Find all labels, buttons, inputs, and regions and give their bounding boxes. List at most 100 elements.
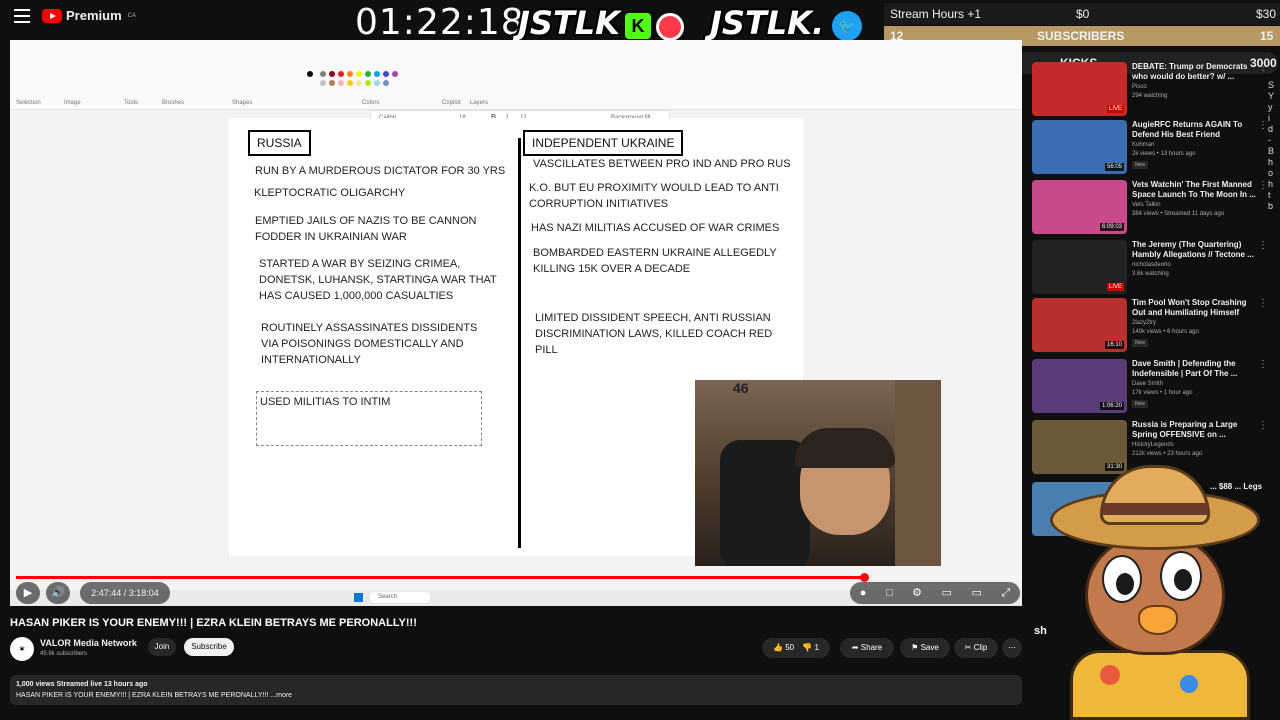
recommendation-item[interactable]: 6:09:03 Vets Watchin' The First Manned S… [1032, 180, 1280, 238]
color-swatch[interactable] [365, 80, 371, 86]
mascot-pupil [1174, 569, 1192, 591]
color-swatch[interactable] [356, 80, 362, 86]
more-options-icon[interactable]: ⋮ [1258, 62, 1268, 73]
goal-target: $30 [1256, 7, 1277, 21]
rec-channel[interactable]: Dave Smith [1132, 381, 1163, 387]
rec-channel[interactable]: nicholasdeorio [1132, 262, 1171, 268]
like-dislike-button[interactable]: 👍 50 👎 1 [762, 638, 830, 658]
color-swatch[interactable] [307, 71, 313, 77]
rec-meta: 140k views • 6 hours ago [1132, 329, 1199, 335]
ukraine-item: K.O. BUT EU PROXIMITY WOULD LEAD TO ANTI… [529, 182, 779, 210]
recommendation-item[interactable]: 16:10 Tim Pool Won't Stop Crashing Out a… [1032, 298, 1280, 356]
rec-title[interactable]: Dave Smith | Defending the Indefensible … [1132, 359, 1256, 379]
more-options-icon[interactable]: ⋮ [1258, 120, 1268, 131]
description-box[interactable]: 1,000 views Streamed live 13 hours ago H… [10, 675, 1022, 705]
more-options-icon[interactable]: ⋮ [1258, 359, 1268, 370]
kick-logo-icon: K [625, 13, 651, 39]
color-swatch[interactable] [329, 80, 335, 86]
new-badge: New [1132, 400, 1149, 408]
russia-item: RUN BY A MURDEROUS DICTATOR FOR 30 YRS [255, 165, 506, 177]
color-swatch[interactable] [338, 80, 344, 86]
channel-avatar[interactable]: ✶ [10, 637, 34, 661]
rec-channel[interactable]: 2lazy2try [1132, 320, 1156, 326]
miniplayer-icon[interactable]: ▭ [942, 582, 952, 604]
subscribe-button[interactable]: Subscribe [184, 638, 234, 656]
color-swatch[interactable] [320, 71, 326, 77]
more-actions-icon[interactable]: ⋯ [1002, 638, 1022, 658]
rec-title[interactable]: The Jeremy (The Quartering) Hambly Alleg… [1132, 240, 1256, 260]
rec-channel[interactable]: HistoryLegends [1132, 442, 1174, 448]
menu-icon[interactable] [14, 9, 30, 23]
recommendation-item[interactable]: 1:06:20 Dave Smith | Defending the Indef… [1032, 359, 1280, 417]
channel-name[interactable]: VALOR Media Network [40, 638, 137, 648]
autoplay-icon[interactable]: ● [860, 582, 867, 604]
color-swatch[interactable] [338, 71, 344, 77]
video-thumbnail[interactable]: 16:10 [1032, 298, 1127, 352]
rec-channel[interactable]: Vets Talkin [1132, 202, 1161, 208]
video-thumbnail[interactable]: 6:09:03 [1032, 180, 1127, 234]
color-swatch[interactable] [383, 80, 389, 86]
color-swatch[interactable] [392, 71, 398, 77]
theater-icon[interactable]: ▭ [971, 582, 981, 604]
recommendation-item[interactable]: 56:05 AugieRFC Returns AGAIN To Defend H… [1032, 120, 1280, 178]
ribbon-label: Colors [362, 100, 380, 106]
color-swatch[interactable] [374, 71, 380, 77]
video-player[interactable]: Selection Image Tools Brushes Shapes Col… [10, 40, 1022, 606]
join-button[interactable]: Join [148, 638, 176, 656]
thumbs-down-icon[interactable]: 👎 [802, 643, 812, 652]
rec-title[interactable]: Russia is Preparing a Large Spring OFFEN… [1132, 420, 1256, 440]
chat-char: Y [1268, 91, 1275, 101]
rec-title[interactable]: Tim Pool Won't Stop Crashing Out and Hum… [1132, 298, 1256, 318]
streamer-hair [795, 428, 895, 468]
color-swatch[interactable] [320, 80, 326, 86]
rec-meta: 3.6k watching [1132, 271, 1169, 277]
play-icon[interactable]: ▶ [16, 582, 40, 604]
captions-icon[interactable]: □ [886, 582, 893, 604]
recommendation-item[interactable]: LIVE The Jeremy (The Quartering) Hambly … [1032, 240, 1280, 298]
webcam-feed: 46 [695, 380, 941, 566]
ribbon-label: Copilot [442, 100, 461, 106]
thumbs-up-icon[interactable]: 👍 [773, 643, 783, 652]
clip-button[interactable]: ✂ Clip [954, 638, 998, 658]
color-swatch[interactable] [365, 71, 371, 77]
rec-channel[interactable]: Pisco [1132, 84, 1147, 90]
video-thumbnail[interactable]: LIVE [1032, 240, 1127, 294]
video-thumbnail[interactable]: 1:06:20 [1032, 359, 1127, 413]
color-swatch[interactable] [347, 71, 353, 77]
rec-title[interactable]: DEBATE: Trump or Democrats who would do … [1132, 62, 1256, 82]
russia-item-editing[interactable]: USED MILITIAS TO INTIM [260, 394, 460, 410]
progress-played [16, 576, 865, 579]
more-options-icon[interactable]: ⋮ [1258, 240, 1268, 251]
video-thumbnail[interactable]: 56:05 [1032, 120, 1127, 174]
ukraine-header: INDEPENDENT UKRAINE [523, 130, 684, 156]
more-options-icon[interactable]: ⋮ [1258, 180, 1268, 191]
rec-title[interactable]: Vets Watchin' The First Manned Space Lau… [1132, 180, 1256, 200]
ribbon-label: Brushes [162, 100, 185, 106]
scrubber-handle[interactable] [860, 573, 870, 582]
chat-char: t [1268, 190, 1271, 200]
youtube-logo[interactable]: Premium CA [42, 8, 136, 23]
save-button[interactable]: ⚑ Save [900, 638, 950, 658]
settings-gear-icon[interactable]: ⚙ [912, 582, 922, 604]
more-options-icon[interactable]: ⋮ [1258, 420, 1268, 431]
clip-label: Clip [973, 643, 988, 652]
rec-title[interactable]: AugieRFC Returns AGAIN To Defend His Bes… [1132, 120, 1256, 140]
recommendation-item[interactable]: LIVE DEBATE: Trump or Democrats who woul… [1032, 62, 1280, 120]
save-label: Save [920, 643, 939, 652]
color-swatch[interactable] [329, 71, 335, 77]
jersey-number: 46 [733, 380, 749, 396]
color-swatch[interactable] [347, 80, 353, 86]
more-options-icon[interactable]: ⋮ [1258, 298, 1268, 309]
rec-channel[interactable]: Kuhman [1132, 142, 1154, 148]
volume-icon[interactable]: 🔊 [46, 582, 70, 604]
youtube-brand: Premium [66, 8, 122, 23]
russia-item: KLEPTOCRATIC OLIGARCHY [254, 187, 406, 199]
color-swatch[interactable] [374, 80, 380, 86]
color-swatch[interactable] [356, 71, 362, 77]
color-swatch[interactable] [383, 71, 389, 77]
video-thumbnail[interactable]: LIVE [1032, 62, 1127, 116]
share-button[interactable]: ➦ Share [840, 638, 894, 658]
duration-badge: 1:06:20 [1099, 402, 1124, 410]
chat-char: h [1268, 179, 1274, 189]
fullscreen-icon[interactable]: ⤢ [1001, 582, 1010, 604]
